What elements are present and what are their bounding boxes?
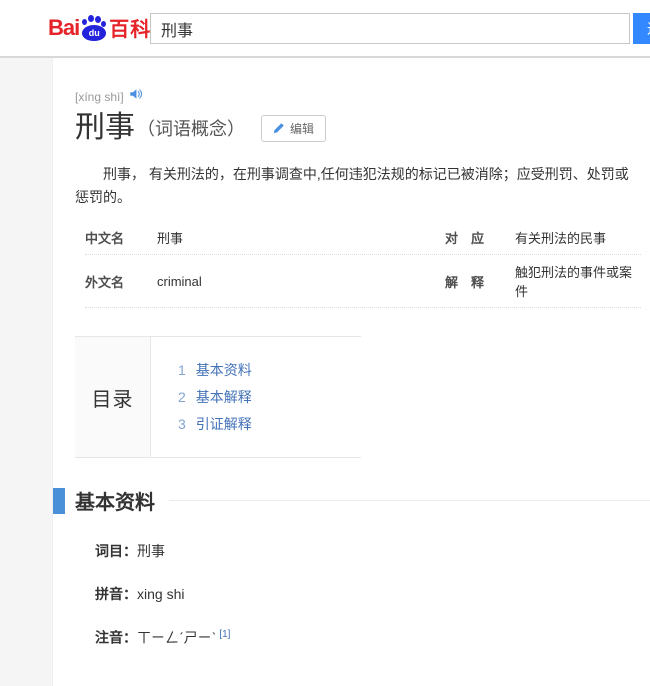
toc-item-basic-info[interactable]: 1 基本资料 (178, 360, 252, 380)
info-value: 刑事 (157, 231, 184, 247)
baidu-baike-logo[interactable]: Bai du 百科 (48, 13, 151, 42)
baidu-paw-icon: du (80, 14, 108, 42)
edit-button[interactable]: 编辑 (261, 114, 327, 142)
title-row: 刑事 （词语概念） 编辑 (75, 110, 650, 146)
section-divider (169, 500, 650, 502)
line-label: 拼音： (95, 586, 137, 603)
logo-text-bai: Bai (48, 14, 80, 40)
reference-link[interactable]: [1] (219, 629, 230, 640)
section-header: 基本资料 (53, 486, 650, 515)
section-body: 词目：刑事 拼音：xing shi 注音：ㄒㄧㄥˊㄕㄧˋ [1] (75, 515, 650, 649)
entry-content: [xíng shì] 刑事 （词语概念） 编辑 刑事， 有关刑法的，在刑事调查中… (53, 58, 650, 686)
toc-list: 1 基本资料 2 基本解释 3 引证解释 (151, 337, 252, 457)
left-gutter (0, 58, 53, 686)
info-label: 中文名 (85, 231, 125, 247)
line-text: xing shi (137, 586, 185, 603)
pinyin-text: [xíng shì] (75, 90, 124, 104)
speaker-icon[interactable] (129, 87, 143, 101)
toc-item-number: 1 (178, 362, 186, 379)
section-marker (53, 487, 65, 514)
pinyin-line: 拼音：xing shi (95, 584, 650, 605)
top-bar: Bai du 百科 进入词条 (0, 0, 650, 58)
search-input[interactable] (150, 13, 630, 44)
toc-item-link[interactable]: 引证解释 (196, 416, 252, 432)
edit-button-label: 编辑 (290, 121, 315, 136)
info-label: 对 应 (445, 231, 485, 247)
line-text: 刑事 (137, 543, 165, 560)
title-note: （词语概念） (137, 119, 245, 139)
line-text: ㄒㄧㄥˊㄕㄧˋ (137, 629, 217, 646)
page-title: 刑事 (75, 111, 135, 144)
section-title: 基本资料 (75, 492, 155, 515)
toc-title-cell: 目录 (75, 337, 151, 458)
entry-word-line: 词目：刑事 (95, 541, 650, 562)
toc-item-number: 2 (178, 389, 186, 406)
logo-text-du: du (82, 24, 107, 41)
toc-item-basic-explanation[interactable]: 2 基本解释 (178, 387, 252, 407)
toc-item-link[interactable]: 基本解释 (196, 389, 252, 405)
table-of-contents: 目录 1 基本资料 2 基本解释 3 引证解释 (75, 336, 361, 459)
section-basic-info: 基本资料 词目：刑事 拼音：xing shi 注音：ㄒㄧㄥˊㄕㄧˋ [1] (53, 486, 650, 649)
info-label: 外文名 (85, 274, 125, 290)
toc-title: 目录 (91, 388, 134, 411)
logo-text-baike: 百科 (109, 19, 152, 41)
info-row: 外文名 criminal 解 释 触犯刑法的事件或案件 (85, 255, 641, 309)
info-value: 有关刑法的民事 (515, 231, 607, 247)
basic-info-box: 中文名 刑事 对 应 有关刑法的民事 外文名 criminal 解 释 触犯刑法… (85, 221, 641, 309)
enter-entry-button[interactable]: 进入词条 (633, 13, 650, 44)
toc-item-link[interactable]: 基本资料 (196, 362, 252, 378)
info-row: 中文名 刑事 对 应 有关刑法的民事 (85, 221, 641, 256)
toc-item-cited-explanation[interactable]: 3 引证解释 (178, 414, 252, 434)
toc-item-number: 3 (178, 416, 186, 433)
info-label: 解 释 (445, 274, 485, 290)
info-value: criminal (157, 273, 202, 289)
line-label: 词目： (95, 543, 137, 560)
entry-summary: 刑事， 有关刑法的，在刑事调查中,任何违犯法规的标记已被消除；应受刑罚、处罚或惩… (75, 166, 629, 206)
info-value: 触犯刑法的事件或案件 (515, 265, 633, 300)
page-body: [xíng shì] 刑事 （词语概念） 编辑 刑事， 有关刑法的，在刑事调查中… (0, 58, 650, 686)
line-label: 注音： (95, 629, 137, 646)
phonetic-row: [xíng shì] (75, 87, 650, 104)
pencil-icon (273, 123, 284, 134)
zhuyin-line: 注音：ㄒㄧㄥˊㄕㄧˋ [1] (95, 627, 650, 649)
